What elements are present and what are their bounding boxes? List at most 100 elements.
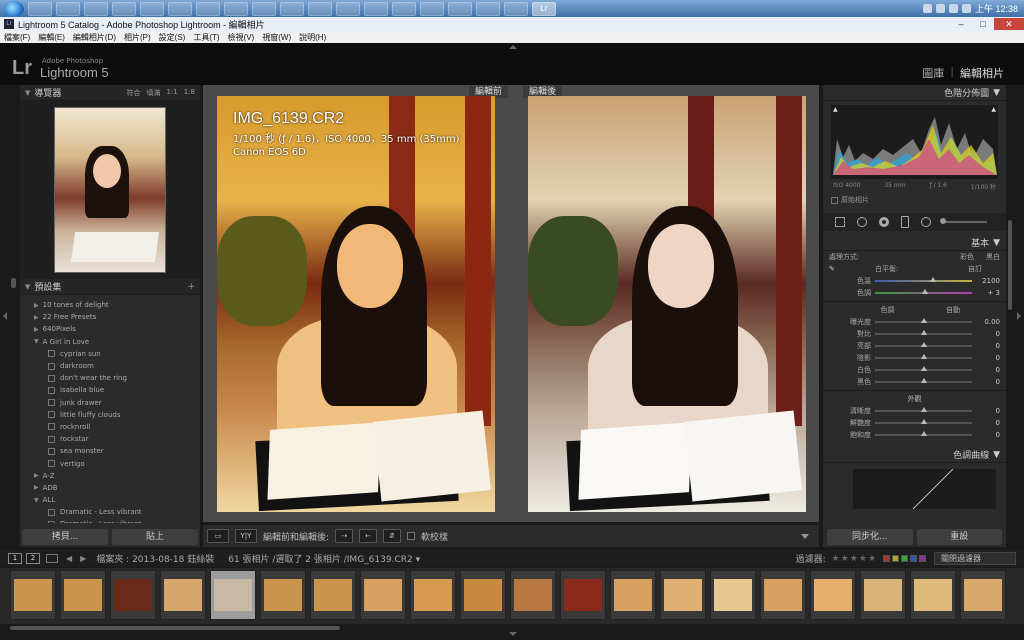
filmstrip-thumbnail[interactable] [810, 570, 856, 620]
menu-view[interactable]: 檢視(V) [224, 32, 259, 43]
filmstrip-thumbnail[interactable] [760, 570, 806, 620]
navigator-preview[interactable] [20, 101, 200, 279]
folder-triangle-icon[interactable]: ▶ [34, 302, 39, 309]
filmstrip-thumbnail[interactable] [660, 570, 706, 620]
photo-count[interactable]: 61 張相片 /選取了 2 張相片 /IMG_6139.CR2 ▾ [228, 552, 420, 565]
slider-knob[interactable] [920, 354, 927, 359]
slider-value[interactable]: 0 [972, 342, 1000, 350]
filmstrip-scrollbar[interactable] [10, 626, 340, 630]
preset-item[interactable]: junk drawer [20, 397, 200, 409]
start-button[interactable] [4, 0, 24, 17]
slider-track[interactable] [875, 277, 972, 282]
taskbar-app-button[interactable] [140, 1, 164, 16]
slider-knob[interactable] [920, 318, 927, 323]
collapse-top-arrow-icon[interactable] [509, 45, 517, 49]
histogram[interactable]: ▲ ▲ [831, 105, 998, 179]
filmstrip-thumbnail[interactable] [410, 570, 456, 620]
add-preset-icon[interactable]: + [187, 282, 195, 292]
wb-eyedropper-icon[interactable]: ✎ [829, 265, 849, 273]
paste-button[interactable]: 貼上 [112, 529, 198, 545]
swap-icon[interactable]: ⇵ [383, 529, 402, 543]
slider-track[interactable] [875, 330, 972, 335]
spot-removal-icon[interactable] [857, 217, 867, 227]
taskbar-app-button[interactable] [280, 1, 304, 16]
slider-knob[interactable] [922, 289, 929, 294]
crop-icon[interactable] [835, 217, 845, 227]
preset-folder[interactable]: ▶ A-Z [20, 470, 200, 482]
filmstrip-thumbnail[interactable] [460, 570, 506, 620]
taskbar-app-button[interactable]: Lr [532, 1, 556, 16]
module-library[interactable]: 圖庫 [922, 65, 944, 81]
preset-item[interactable]: darkroom [20, 360, 200, 372]
reset-button[interactable]: 重設 [916, 529, 1002, 545]
preset-folder[interactable]: ▼ ALL [20, 494, 200, 506]
filter-select[interactable]: 關閉過濾器 [934, 552, 1016, 565]
filmstrip-thumbnail[interactable] [710, 570, 756, 620]
slider-knob[interactable] [920, 378, 927, 383]
taskbar-app-button[interactable] [308, 1, 332, 16]
zoom-1-1[interactable]: 1:1 [166, 88, 177, 98]
slider-value[interactable]: 0 [972, 354, 1000, 362]
primary-display-button[interactable]: 1 [8, 553, 22, 564]
preset-folder[interactable]: ▶ 10 tones of delight [20, 299, 200, 311]
tray-icon[interactable] [948, 4, 958, 13]
menu-photo[interactable]: 相片(P) [120, 32, 155, 43]
zoom-1-8[interactable]: 1:8 [184, 88, 195, 98]
loupe-view-button[interactable]: ▭ [207, 529, 229, 543]
green-label-chip[interactable] [901, 555, 908, 562]
menu-settings[interactable]: 設定(S) [155, 32, 190, 43]
tray-icon[interactable] [922, 4, 932, 13]
slider-value[interactable]: + 3 [972, 289, 1000, 297]
filmstrip-thumbnail[interactable] [860, 570, 906, 620]
tone-curve-graph[interactable] [853, 468, 996, 510]
taskbar-app-button[interactable] [196, 1, 220, 16]
collapse-triangle-icon[interactable]: ▼ [25, 89, 30, 97]
slider-value[interactable]: 0 [972, 330, 1000, 338]
collapse-triangle-icon[interactable]: ▼ [25, 283, 30, 291]
taskbar-app-button[interactable] [448, 1, 472, 16]
folder-breadcrumb[interactable]: 檔案夾 : 2013-08-18 鈺絲裝 [96, 552, 214, 565]
radial-filter-icon[interactable] [921, 217, 931, 227]
rating-filter-stars[interactable]: ★★★★★ [832, 554, 877, 564]
toolbar-dropdown-icon[interactable] [801, 533, 809, 539]
color-label-filter[interactable] [883, 555, 926, 562]
slider-knob[interactable] [920, 431, 927, 436]
slider-track[interactable] [875, 407, 972, 412]
histogram-header[interactable]: 色階分佈圖 ▼ [823, 85, 1006, 101]
left-panel-scrollbar[interactable] [11, 278, 16, 288]
filmstrip-thumbnail[interactable] [610, 570, 656, 620]
system-clock[interactable]: 上午 12:38 [975, 2, 1018, 15]
taskbar-app-button[interactable] [56, 1, 80, 16]
filmstrip-thumbnail[interactable] [560, 570, 606, 620]
filmstrip-thumbnail[interactable] [110, 570, 156, 620]
preset-item[interactable]: don't wear the ring [20, 372, 200, 384]
folder-triangle-icon[interactable]: ▼ [34, 497, 39, 504]
before-photo[interactable]: IMG_6139.CR2 1/100 秒 (ƒ / 1.6)，ISO 4000，… [217, 96, 495, 512]
tray-icon[interactable] [935, 4, 945, 13]
slider-value[interactable]: 0 [972, 366, 1000, 374]
zoom-fill[interactable]: 填滿 [146, 88, 160, 98]
slider-value[interactable]: 0 [972, 378, 1000, 386]
sync-button[interactable]: 同步化... [827, 529, 913, 545]
folder-triangle-icon[interactable]: ▶ [34, 472, 39, 479]
original-photo-checkbox[interactable] [831, 196, 838, 204]
taskbar-app-button[interactable] [112, 1, 136, 16]
collapse-left-arrow-icon[interactable] [3, 312, 7, 320]
red-eye-icon[interactable] [879, 217, 889, 227]
zoom-fit[interactable]: 符合 [126, 88, 140, 98]
preset-item[interactable]: Dramatic - Less vibrant [20, 518, 200, 523]
collapse-right-arrow-icon[interactable] [1017, 312, 1021, 320]
slider-value[interactable]: 0 [972, 419, 1000, 427]
blue-label-chip[interactable] [910, 555, 917, 562]
minimize-button[interactable]: – [950, 18, 972, 30]
secondary-display-button[interactable]: 2 [26, 553, 40, 564]
maximize-button[interactable]: □ [972, 18, 994, 30]
menu-file[interactable]: 檔案(F) [0, 32, 34, 43]
folder-triangle-icon[interactable]: ▼ [34, 338, 39, 345]
tone-auto-button[interactable]: 自動 [946, 305, 960, 315]
purple-label-chip[interactable] [919, 555, 926, 562]
taskbar-app-button[interactable] [476, 1, 500, 16]
slider-track[interactable] [875, 354, 972, 359]
taskbar-app-button[interactable] [252, 1, 276, 16]
softproof-checkbox[interactable] [407, 532, 416, 540]
